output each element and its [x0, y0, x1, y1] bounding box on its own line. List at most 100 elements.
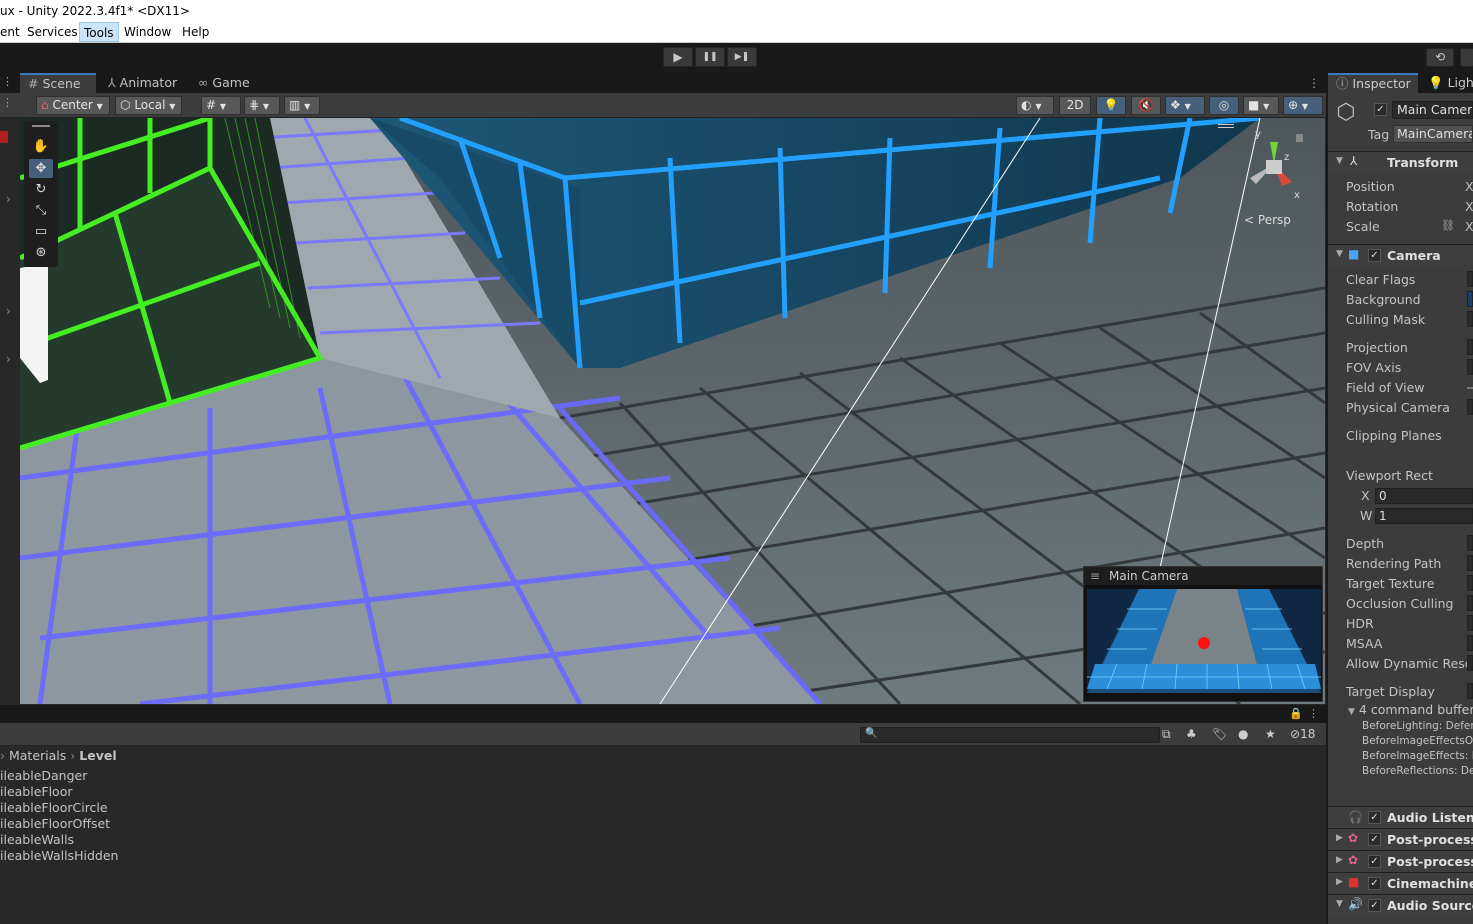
pause-button[interactable]: ❚❚ — [695, 47, 725, 67]
overlay-menu-icon[interactable]: ⋮ — [2, 96, 13, 109]
cinemachine-brain-header[interactable]: ▶ ■ ✓ CinemachineBr — [1328, 872, 1473, 894]
background-color-field[interactable] — [1467, 291, 1473, 307]
rotate-tool-button[interactable]: ↻ — [29, 180, 53, 199]
depth-field[interactable] — [1467, 535, 1473, 551]
breadcrumb-materials[interactable]: Materials — [9, 748, 66, 763]
gizmos-dropdown[interactable]: ⊕ ▼ — [1283, 96, 1323, 115]
camera-preview-header[interactable]: ≡ Main Camera — [1084, 567, 1322, 585]
enabled-checkbox[interactable]: ✓ — [1368, 855, 1381, 868]
audio-listener-header[interactable]: 🎧 ✓ Audio Listener — [1328, 806, 1473, 828]
list-item[interactable]: ileableDanger — [0, 768, 87, 783]
post-process-layer-header[interactable]: ▶ ✿ ✓ Post-process L — [1328, 828, 1473, 850]
enabled-checkbox[interactable]: ✓ — [1368, 877, 1381, 890]
list-item[interactable]: ileableFloor — [0, 784, 73, 799]
target-texture-field[interactable] — [1467, 575, 1473, 591]
panel-menu-icon[interactable]: ⋮ — [1308, 707, 1319, 720]
drag-handle-icon[interactable] — [32, 125, 50, 127]
filter-label-icon[interactable]: 🏷 — [1212, 727, 1227, 741]
play-button[interactable]: ▶ — [663, 47, 693, 67]
scene-camera-dropdown[interactable]: ■ ▼ — [1243, 96, 1279, 115]
tab-lighting[interactable]: 💡 Light — [1428, 73, 1473, 93]
pivot-icon: ⌂ — [41, 98, 49, 112]
tab-scene[interactable]: # Scene — [20, 73, 96, 93]
menu-item-window[interactable]: Window — [120, 22, 175, 42]
transform-header[interactable]: ▼ ⅄ Transform — [1328, 151, 1473, 173]
active-checkbox[interactable]: ✓ — [1374, 103, 1387, 116]
pivot-rotation-dropdown[interactable]: ⬡ Local ▼ — [115, 96, 182, 115]
list-item[interactable]: ileableWalls — [0, 832, 74, 847]
gizmo-drag-handle-icon[interactable] — [1218, 124, 1234, 128]
menu-item-component[interactable]: ent — [0, 22, 24, 42]
draw-mode-dropdown[interactable]: ◐ ▼ — [1016, 96, 1054, 115]
menu-item-services[interactable]: Services — [23, 22, 82, 42]
clear-flags-dropdown[interactable] — [1467, 271, 1473, 287]
list-item[interactable]: ileableFloorOffset — [0, 816, 110, 831]
viewport-x-field[interactable]: 0 — [1375, 488, 1473, 504]
filter-type-icon[interactable]: ♣ — [1186, 727, 1197, 741]
move-tool-button[interactable]: ✥ — [29, 159, 53, 178]
filter-log-icon[interactable]: ● — [1238, 727, 1248, 741]
chevron-right-icon[interactable]: › — [6, 192, 11, 206]
chevron-right-icon[interactable]: › — [6, 304, 11, 318]
effects-dropdown[interactable]: ❖ ▼ — [1165, 96, 1205, 115]
hand-tool-button[interactable]: ✋ — [29, 137, 53, 156]
tag-dropdown[interactable]: MainCamera — [1393, 125, 1473, 143]
pivot-mode-dropdown[interactable]: ⌂ Center ▼ — [36, 96, 110, 115]
enabled-checkbox[interactable]: ✓ — [1368, 833, 1381, 846]
audio-toggle-button[interactable]: 🔇 — [1131, 96, 1161, 115]
favorites-star-icon[interactable]: ★ — [1265, 727, 1276, 741]
menu-item-help[interactable]: Help — [178, 22, 213, 42]
rendering-path-dropdown[interactable] — [1467, 555, 1473, 571]
projection-toggle[interactable]: < Persp — [1244, 213, 1291, 227]
chevron-right-icon[interactable]: › — [6, 352, 11, 366]
audio-source-header[interactable]: ▼ 🔊 ✓ Audio Source — [1328, 894, 1473, 916]
step-button[interactable]: ▶❚ — [727, 47, 757, 67]
rect-tool-button[interactable]: ▭ — [29, 222, 53, 241]
history-button[interactable]: ⟲ — [1426, 48, 1454, 67]
hidden-packages-toggle[interactable]: ⊘18 — [1290, 727, 1315, 741]
lock-icon[interactable]: 🔒 — [1289, 707, 1303, 720]
panel-menu-icon[interactable]: ⋮ — [2, 75, 13, 88]
chevron-down-icon: ▼ — [1301, 102, 1309, 111]
target-display-dropdown[interactable] — [1467, 683, 1473, 699]
2d-toggle-button[interactable]: 2D — [1059, 96, 1091, 115]
increment-snap-button[interactable]: ⋕ ▼ — [244, 96, 280, 115]
scale-tool-button[interactable]: ⤡ — [29, 201, 53, 220]
project-search-input[interactable]: 🔍 — [860, 727, 1160, 743]
culling-mask-dropdown[interactable] — [1467, 311, 1473, 327]
list-item[interactable]: ileableWallsHidden — [0, 848, 118, 863]
allow-dynamic-resolution-checkbox[interactable] — [1467, 655, 1473, 671]
scene-visibility-button[interactable]: ◎ — [1209, 96, 1239, 115]
ruler-button[interactable]: ▥ ▼ — [284, 96, 320, 115]
search-scope-icon[interactable]: ⧉ — [1162, 727, 1171, 742]
lighting-toggle-button[interactable]: 💡 — [1096, 96, 1126, 115]
tab-game[interactable]: ∞ Game — [190, 73, 258, 93]
projection-dropdown[interactable] — [1467, 339, 1473, 355]
command-buffers-foldout[interactable]: ▼ 4 command buffers — [1348, 702, 1473, 717]
object-name-field[interactable]: Main Camera — [1392, 101, 1473, 119]
link-icon[interactable]: ⛓ — [1441, 219, 1455, 232]
enabled-checkbox[interactable]: ✓ — [1368, 811, 1381, 824]
physical-camera-checkbox[interactable] — [1467, 399, 1473, 415]
camera-header[interactable]: ▼ ■ ✓ Camera — [1328, 244, 1473, 266]
menu-item-tools[interactable]: Tools — [79, 22, 119, 42]
account-button[interactable] — [1460, 48, 1473, 67]
tab-animator[interactable]: ⅄ Animator — [100, 73, 185, 93]
enabled-checkbox[interactable]: ✓ — [1368, 249, 1381, 262]
viewport-w-field[interactable]: 1 — [1375, 508, 1473, 524]
list-item[interactable]: ileableFloorCircle — [0, 800, 108, 815]
hdr-dropdown[interactable] — [1467, 615, 1473, 631]
fov-slider[interactable] — [1467, 387, 1473, 389]
occlusion-culling-checkbox[interactable] — [1467, 595, 1473, 611]
scene-tab-menu-icon[interactable]: ⋮ — [1308, 76, 1320, 90]
grid-snap-button[interactable]: # ▼ — [201, 96, 241, 115]
orientation-gizmo[interactable]: y z x — [1240, 124, 1306, 204]
breadcrumb-level[interactable]: Level — [79, 748, 116, 763]
transform-tool-button[interactable]: ⊛ — [29, 243, 53, 262]
enabled-checkbox[interactable]: ✓ — [1368, 899, 1381, 912]
gameobject-cube-icon[interactable]: ⬡ — [1332, 100, 1360, 128]
post-process-volume-header[interactable]: ▶ ✿ ✓ Post-process V — [1328, 850, 1473, 872]
tab-inspector[interactable]: ⓘ Inspector — [1328, 73, 1418, 93]
msaa-dropdown[interactable] — [1467, 635, 1473, 651]
fov-axis-dropdown[interactable] — [1467, 359, 1473, 375]
